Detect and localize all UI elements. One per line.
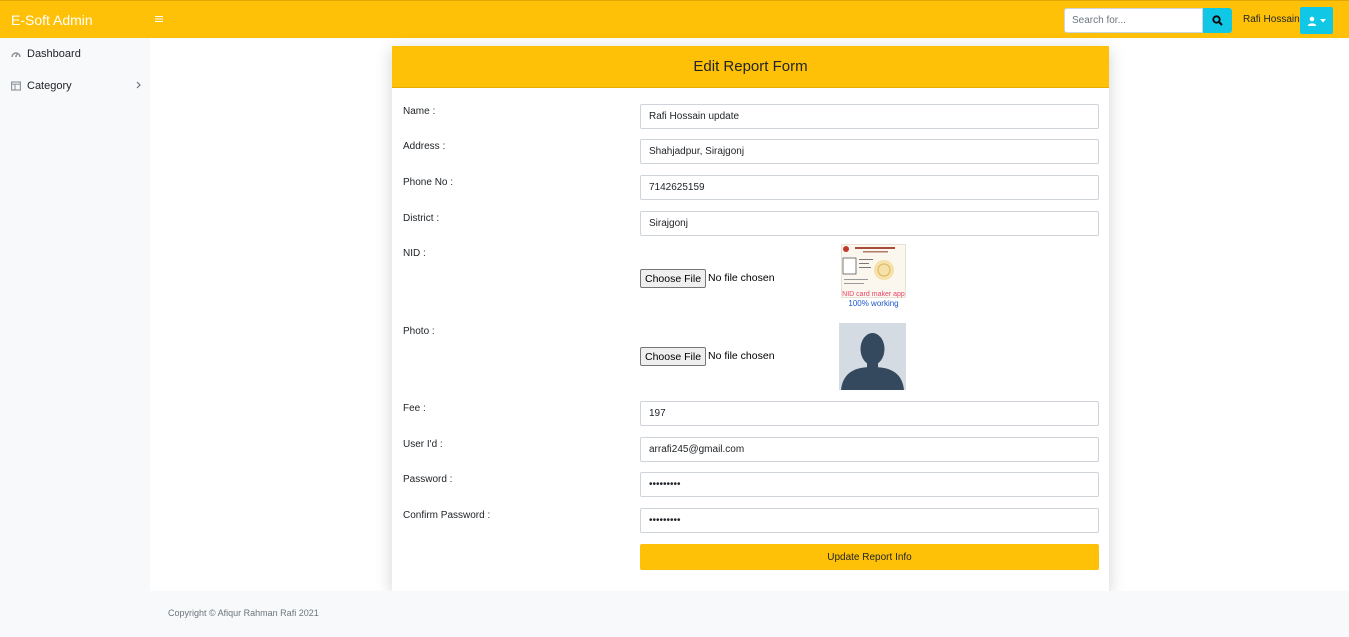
update-report-button[interactable]: Update Report Info xyxy=(640,544,1099,570)
search-button[interactable] xyxy=(1203,8,1232,33)
password-field[interactable] xyxy=(640,472,1099,497)
sidebar-item-dashboard[interactable]: Dashboard xyxy=(11,46,141,62)
avatar xyxy=(839,323,906,390)
phone-label: Phone No : xyxy=(403,177,454,188)
dashboard-icon xyxy=(11,49,21,59)
nid-choose-file-button[interactable]: Choose File xyxy=(640,269,707,288)
user-menu-button[interactable] xyxy=(1300,7,1333,34)
confirm-password-field[interactable] xyxy=(640,508,1099,533)
nid-thumb-caption-2: 100% working xyxy=(848,299,898,308)
sidebar-item-label: Dashboard xyxy=(27,48,81,60)
phone-field[interactable] xyxy=(640,175,1099,200)
footer: Copyright © Afiqur Rahman Rafi 2021 xyxy=(150,591,1349,637)
caret-down-icon xyxy=(1320,18,1326,22)
search-group xyxy=(1064,8,1232,33)
brand-title[interactable]: E-Soft Admin xyxy=(11,12,93,28)
card-header: Edit Report Form xyxy=(392,46,1109,88)
photo-label: Photo : xyxy=(403,326,435,337)
fee-label: Fee : xyxy=(403,403,426,414)
confirm-password-label: Confirm Password : xyxy=(403,510,491,521)
nid-thumb-caption-1: NID card maker app xyxy=(842,291,905,298)
copyright-text: Copyright © Afiqur Rahman Rafi 2021 xyxy=(168,608,319,618)
columns-icon xyxy=(11,81,21,91)
search-icon xyxy=(1212,15,1223,26)
name-label: Name : xyxy=(403,106,436,117)
page-title: Edit Report Form xyxy=(693,58,808,75)
edit-report-card: Edit Report Form Name : Address : Phone … xyxy=(392,46,1109,591)
password-label: Password : xyxy=(403,474,453,485)
district-field[interactable] xyxy=(640,211,1099,236)
user-icon xyxy=(1307,16,1317,26)
fee-field[interactable] xyxy=(640,401,1099,426)
sidebar-item-category[interactable]: Category xyxy=(11,78,141,94)
nid-file-status: No file chosen xyxy=(708,272,775,284)
user-id-field[interactable] xyxy=(640,437,1099,462)
address-field[interactable] xyxy=(640,139,1099,164)
sidebar-toggle-icon[interactable] xyxy=(155,10,167,28)
user-id-label: User I'd : xyxy=(403,439,443,450)
user-name[interactable]: Rafi Hossain xyxy=(1243,14,1300,25)
nid-card-thumbnail: NID card maker app 100% working xyxy=(841,244,906,312)
photo-choose-file-button[interactable]: Choose File xyxy=(640,347,707,366)
chevron-right-icon xyxy=(136,81,141,92)
top-navbar: E-Soft Admin Rafi Hossain xyxy=(0,0,1349,38)
photo-file-status: No file chosen xyxy=(708,350,775,362)
sidebar-item-label: Category xyxy=(27,80,72,92)
nid-label: NID : xyxy=(403,248,426,259)
name-field[interactable] xyxy=(640,104,1099,129)
search-input[interactable] xyxy=(1064,8,1203,33)
sidebar: Dashboard Category xyxy=(0,38,150,637)
district-label: District : xyxy=(403,213,440,224)
address-label: Address : xyxy=(403,141,446,152)
